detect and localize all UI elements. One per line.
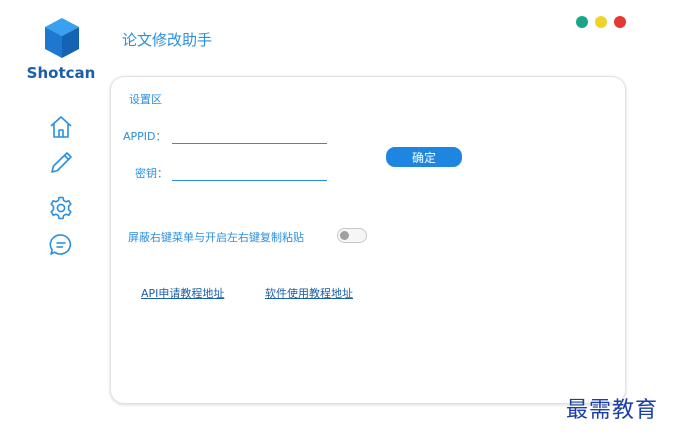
app-window: Shotcan 论文修改助手 设置区 APPID： 密钥： 确定 屏蔽右键菜单与… [0,0,689,437]
secret-input[interactable] [172,163,327,181]
context-menu-toggle[interactable] [337,228,367,243]
appid-label: APPID： [123,130,167,143]
window-control-red[interactable] [614,16,626,28]
sidebar-item-settings[interactable] [48,195,74,221]
settings-card: 设置区 APPID： 密钥： 确定 屏蔽右键菜单与开启左右键复制粘贴 API申请… [110,76,626,404]
window-control-green[interactable] [576,16,588,28]
window-control-yellow[interactable] [595,16,607,28]
pen-icon [51,152,72,173]
secret-label: 密钥： [135,167,168,180]
sidebar-item-edit[interactable] [48,150,74,176]
logo-text: Shotcan [26,64,96,82]
cube-logo-icon [45,18,79,58]
sidebar: Shotcan [0,0,108,437]
home-icon [50,116,72,138]
toggle-label: 屏蔽右键菜单与开启左右键复制粘贴 [128,231,304,244]
confirm-button[interactable]: 确定 [386,147,462,167]
sidebar-item-messages[interactable] [48,232,74,258]
sidebar-item-home[interactable] [48,114,74,140]
chat-icon [49,234,72,255]
section-title: 设置区 [129,93,162,106]
appid-input[interactable] [172,126,327,144]
watermark: 最需教育 [566,398,659,423]
app-title: 论文修改助手 [122,31,213,49]
toggle-knob [340,231,349,240]
software-tutorial-link[interactable]: 软件使用教程地址 [265,285,353,301]
api-tutorial-link[interactable]: API申请教程地址 [141,285,224,301]
gear-icon [50,196,72,220]
